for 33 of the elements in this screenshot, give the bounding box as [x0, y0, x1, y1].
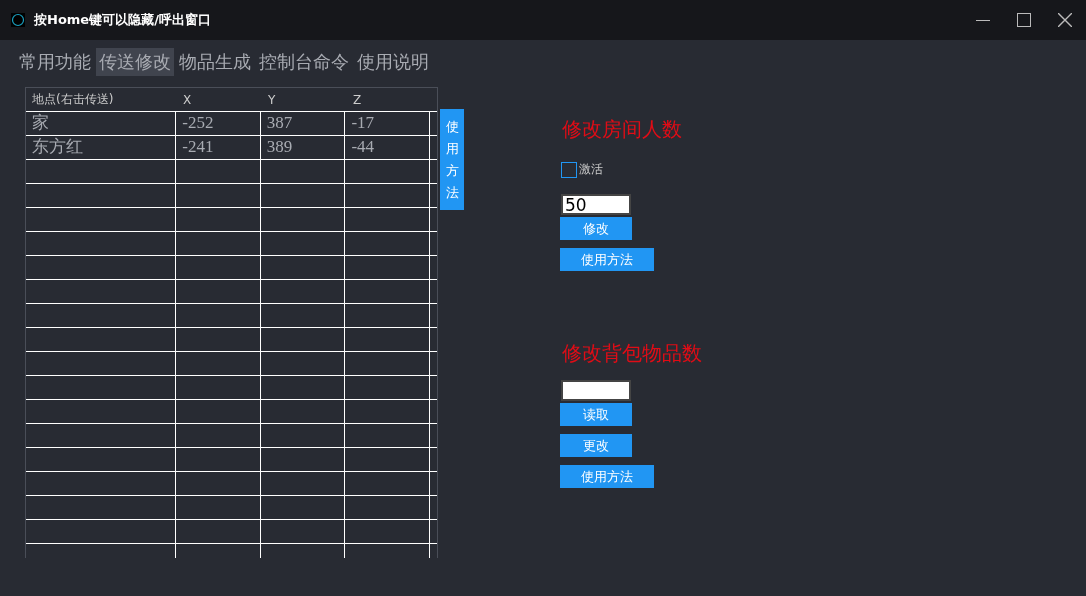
- checkbox-label: 激活: [579, 161, 603, 178]
- column-header: Y: [267, 92, 277, 107]
- action-button[interactable]: 更改: [560, 434, 632, 457]
- table-cell[interactable]: -252: [176, 112, 261, 135]
- action-button[interactable]: 使用方法: [560, 248, 654, 271]
- window-title: 按Home键可以隐藏/呼出窗口: [34, 11, 211, 29]
- tab[interactable]: 使用说明: [354, 48, 432, 76]
- app-icon: [11, 13, 25, 27]
- table-cell[interactable]: 387: [260, 112, 346, 135]
- close-icon[interactable]: [1058, 13, 1072, 27]
- action-button[interactable]: 读取: [560, 403, 632, 426]
- table-cell[interactable]: 家: [26, 112, 177, 135]
- table-cell[interactable]: -44: [345, 136, 430, 159]
- action-button[interactable]: 修改: [560, 217, 632, 240]
- table-cell[interactable]: -241: [176, 136, 261, 159]
- section-title: 修改房间人数: [561, 117, 682, 141]
- checkbox[interactable]: [561, 161, 577, 178]
- table-cell[interactable]: 389: [260, 136, 346, 159]
- table-cell[interactable]: -17: [345, 112, 430, 135]
- input-field[interactable]: [561, 380, 631, 401]
- tab[interactable]: 物品生成: [176, 48, 254, 76]
- tab[interactable]: 传送修改: [96, 48, 174, 76]
- tab[interactable]: 控制台命令: [256, 48, 352, 76]
- section-title: 修改背包物品数: [561, 341, 702, 365]
- usage-button[interactable]: 使用方法: [440, 109, 464, 210]
- action-button[interactable]: 使用方法: [560, 465, 654, 488]
- column-header: 地点(右击传送): [31, 91, 115, 108]
- input-field[interactable]: 50: [561, 194, 631, 215]
- column-header: Z: [352, 92, 363, 107]
- tab[interactable]: 常用功能: [16, 48, 94, 76]
- maximize-icon[interactable]: [1017, 13, 1031, 27]
- column-header: X: [182, 92, 193, 107]
- table-cell[interactable]: 东方红: [26, 136, 177, 159]
